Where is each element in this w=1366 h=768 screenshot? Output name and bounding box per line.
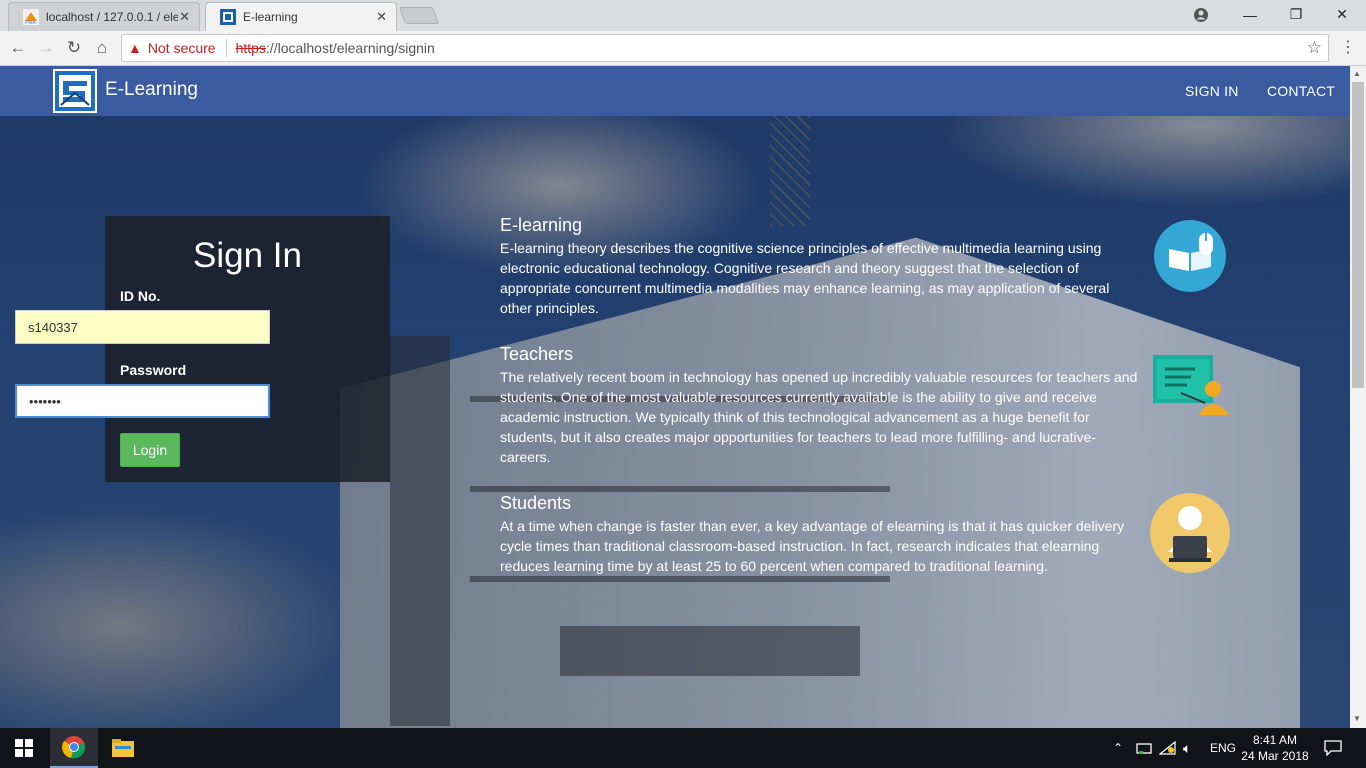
forward-arrow-icon[interactable]: → [34, 37, 58, 59]
section-teachers: Teachers The relatively recent boom in t… [500, 344, 1145, 467]
action-center-icon[interactable] [1324, 728, 1342, 768]
book-mouse-icon [1154, 220, 1226, 292]
background-window [470, 576, 890, 582]
address-separator [225, 39, 227, 57]
scroll-up-arrow-icon[interactable]: ▲ [1353, 69, 1361, 78]
restore-icon[interactable]: ❐ [1273, 0, 1319, 29]
clock-date: 24 Mar 2018 [1241, 749, 1309, 763]
nav-contact-link[interactable]: CONTACT [1267, 83, 1335, 99]
tray-overflow-icon[interactable]: ⌃ [1113, 728, 1123, 768]
section-students: Students At a time when change is faster… [500, 493, 1145, 576]
browser-tabstrip: PMA localhost / 127.0.0.1 / ele ✕ E-lear… [0, 0, 1366, 31]
password-label: Password [120, 362, 187, 378]
site-navbar: E-Learning SIGN IN CONTACT [0, 66, 1350, 116]
tab-phpmyadmin[interactable]: PMA localhost / 127.0.0.1 / ele ✕ [8, 2, 200, 31]
file-explorer-icon[interactable] [99, 728, 147, 768]
tab-elearning[interactable]: E-learning ✕ [205, 2, 397, 31]
windows-start-icon[interactable] [0, 728, 48, 768]
section-text: At a time when change is faster than eve… [500, 518, 1125, 574]
windows-taskbar: ⌃ 🔈︎ ENG 8:41 AM 24 Mar 2018 [0, 728, 1366, 768]
id-label: ID No. [120, 288, 161, 304]
close-icon[interactable]: ✕ [179, 9, 190, 25]
section-elearning: E-learning E-learning theory describes t… [500, 215, 1145, 318]
brand-name[interactable]: E-Learning [105, 79, 198, 101]
system-clock[interactable]: 8:41 AM 24 Mar 2018 [1240, 732, 1310, 764]
elearning-favicon [220, 9, 236, 25]
scrollbar-thumb[interactable] [1352, 82, 1364, 388]
window-close-icon[interactable]: ✕ [1319, 0, 1365, 29]
student-laptop-icon [1150, 493, 1230, 573]
phpmyadmin-icon: PMA [23, 9, 39, 25]
login-button[interactable]: Login [120, 433, 180, 467]
wifi-icon[interactable] [1159, 728, 1177, 768]
signin-panel: Sign In ID No. Password Login [105, 216, 390, 482]
back-arrow-icon[interactable]: ← [6, 37, 30, 59]
background-window [390, 336, 450, 726]
network-status-icon[interactable] [1136, 728, 1152, 768]
warning-triangle-icon: ▲ [128, 40, 142, 56]
college-logo[interactable] [53, 69, 97, 113]
section-title: E-learning [500, 215, 583, 235]
address-bar[interactable]: ▲ Not secure https ://localhost/elearnin… [121, 34, 1329, 62]
clock-time: 8:41 AM [1252, 733, 1298, 747]
volume-icon[interactable]: 🔈︎ [1183, 728, 1191, 768]
section-text: E-learning theory describes the cognitiv… [500, 240, 1110, 316]
signin-title: Sign In [193, 236, 302, 275]
page-content: E-Learning SIGN IN CONTACT Sign In ID No… [0, 66, 1350, 728]
scroll-down-arrow-icon[interactable]: ▼ [1353, 714, 1361, 723]
chrome-taskbar-icon[interactable] [50, 728, 98, 768]
teacher-board-icon [1153, 355, 1229, 415]
password-input[interactable] [15, 384, 270, 418]
security-status[interactable]: Not secure [148, 40, 216, 56]
id-number-input[interactable] [15, 310, 270, 344]
profile-icon[interactable] [1178, 0, 1224, 29]
section-title: Students [500, 493, 572, 513]
background-window [560, 626, 860, 676]
language-indicator[interactable]: ENG [1210, 728, 1236, 768]
browser-menu-icon[interactable]: ⋮ [1340, 37, 1356, 57]
section-title: Teachers [500, 344, 574, 364]
page-scrollbar[interactable]: ▲ ▼ [1350, 66, 1366, 728]
close-icon[interactable]: ✕ [376, 9, 387, 25]
background-window [470, 486, 890, 492]
minimize-icon[interactable]: — [1227, 0, 1273, 29]
home-icon[interactable]: ⌂ [90, 37, 114, 59]
section-text: The relatively recent boom in technology… [500, 369, 1138, 465]
tab-label: E-learning [243, 10, 298, 24]
bookmark-star-icon[interactable]: ☆ [1307, 38, 1322, 58]
url-path: ://localhost/elearning/signin [265, 40, 435, 56]
url-scheme: https [235, 40, 266, 56]
new-tab-button[interactable] [398, 7, 440, 24]
tab-label: localhost / 127.0.0.1 / ele [46, 10, 178, 24]
reload-icon[interactable]: ↻ [62, 37, 86, 59]
nav-signin-link[interactable]: SIGN IN [1185, 83, 1239, 99]
browser-toolbar: ← → ↻ ⌂ ▲ Not secure https ://localhost/… [0, 31, 1366, 66]
svg-text:PMA: PMA [25, 20, 37, 25]
